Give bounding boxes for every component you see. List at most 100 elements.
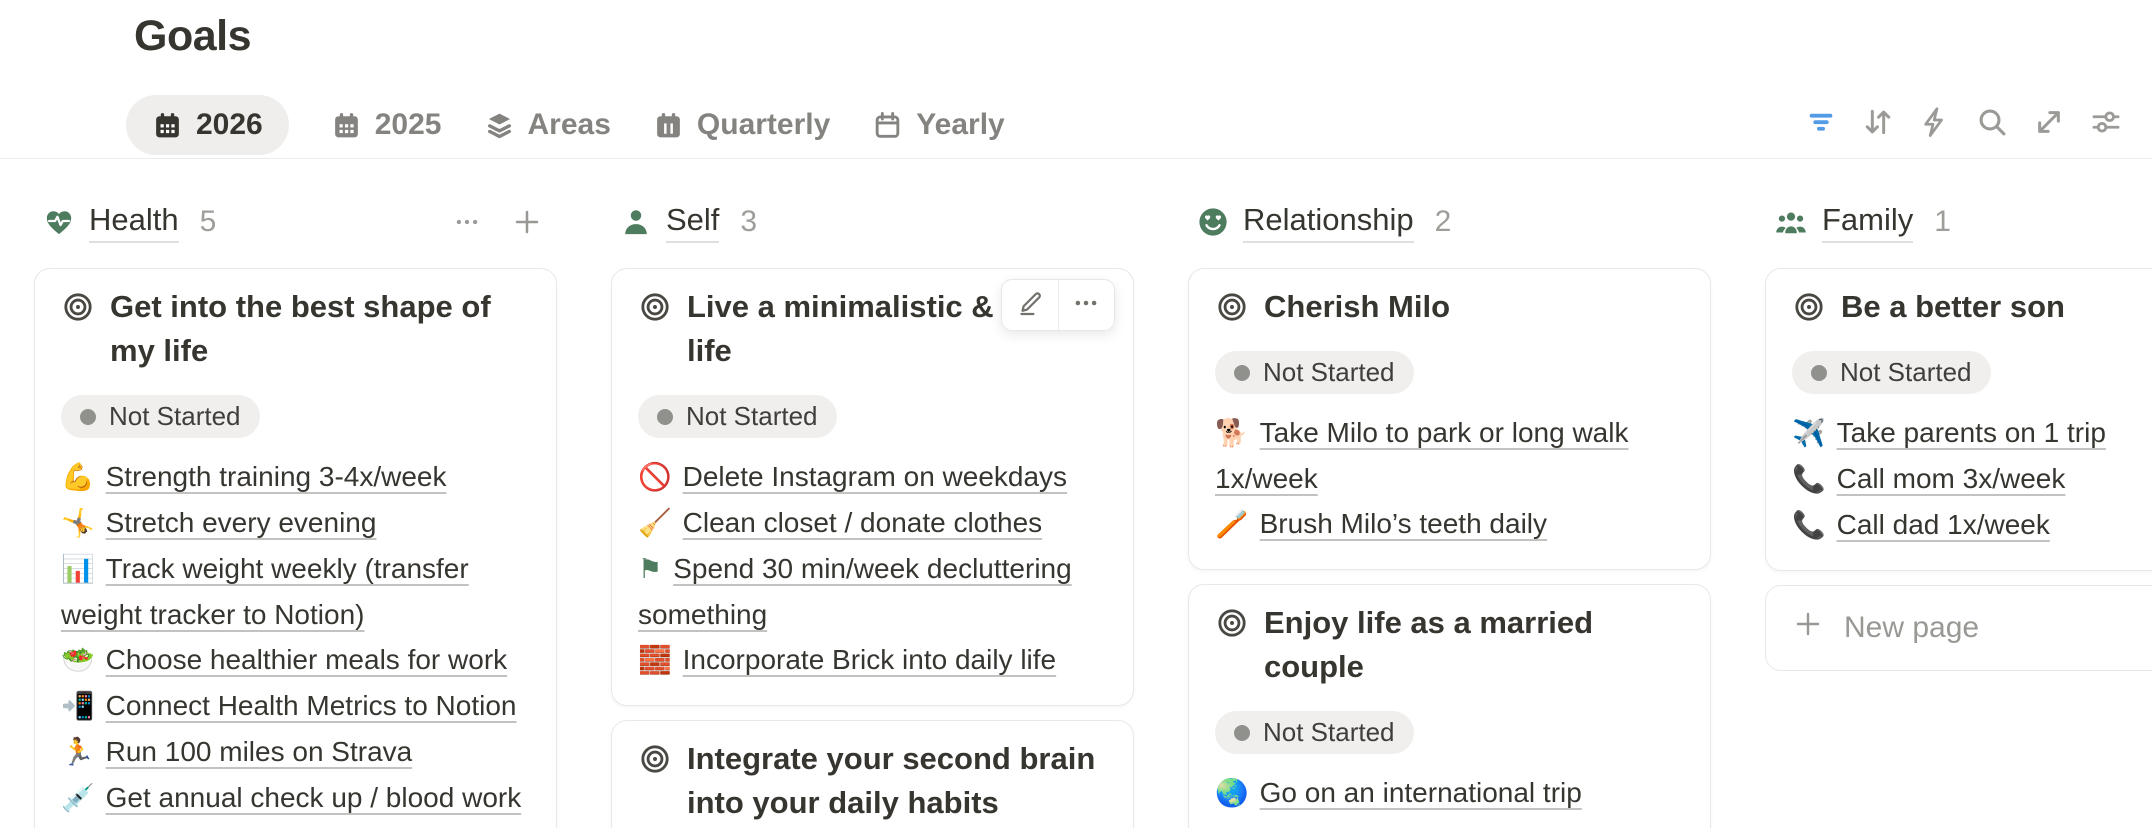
subpage-link[interactable]: ⚑ Spend 30 min/week decluttering somethin… — [638, 546, 1107, 637]
plus-icon — [1792, 608, 1824, 648]
subpage-link[interactable]: 📊 Track weight weekly (transfer weight tr… — [61, 546, 530, 637]
tab-yearly[interactable]: Yearly — [872, 108, 1005, 142]
target-icon — [1215, 285, 1249, 329]
phone-receiver-emoji: 📞 — [1792, 510, 1826, 541]
bar-chart-emoji: 📊 — [61, 554, 95, 585]
column-count: 1 — [1934, 205, 1951, 238]
broom-emoji: 🧹 — [638, 508, 672, 539]
expand-button[interactable] — [2031, 102, 2067, 146]
status-dot-icon — [1811, 364, 1827, 381]
status-badge: Not Started — [1792, 351, 1991, 394]
salad-emoji: 🥗 — [61, 645, 95, 676]
column-count: 5 — [199, 205, 217, 238]
pencil-icon — [1015, 288, 1045, 323]
goal-card-better-son[interactable]: Be a better son Not Started ✈️ Take paren… — [1765, 268, 2152, 571]
view-toolbar — [1803, 102, 2124, 146]
subpage-link[interactable]: 🥗 Choose healthier meals for work — [61, 637, 530, 683]
column-header: Self 3 — [611, 196, 1134, 248]
column-title: Family — [1822, 202, 1914, 243]
subpage-link[interactable]: 🪥 Brush Milo’s teeth daily — [1215, 501, 1684, 547]
view-tabs: 2026 2025 Areas Quarterly Yearly — [126, 94, 1005, 156]
subpage-link[interactable]: 📞 Call mom 3x/week — [1792, 456, 2152, 502]
new-page-label: New page — [1844, 611, 1980, 644]
automations-button[interactable] — [1917, 102, 1953, 146]
layers-icon — [484, 110, 515, 141]
status-badge: Not Started — [1215, 351, 1414, 394]
search-button[interactable] — [1974, 102, 2010, 146]
new-page-button[interactable]: New page — [1765, 585, 2152, 671]
subpage-link[interactable]: 🧹 Clean closet / donate clothes — [638, 500, 1107, 546]
filter-icon — [1804, 105, 1838, 144]
calendar-outline-icon — [872, 110, 903, 141]
card-subitems: 🐕 Take Milo to park or long walk 1x/week … — [1215, 410, 1684, 547]
goal-card-minimalistic-life[interactable]: Live a minimalistic & simple life Not St… — [611, 268, 1134, 706]
more-icon — [1071, 288, 1101, 323]
status-label: Not Started — [109, 401, 241, 431]
subpage-link[interactable]: 💉 Get annual check up / blood work — [61, 775, 530, 821]
tab-areas[interactable]: Areas — [484, 108, 611, 142]
view-settings-button[interactable] — [2088, 102, 2124, 146]
phone-receiver-emoji: 📞 — [1792, 464, 1826, 495]
subpage-link[interactable]: 🤸 Stretch every evening — [61, 500, 530, 546]
subpage-link[interactable]: ✈️ Take parents on 1 trip — [1792, 410, 2152, 456]
status-label: Not Started — [1840, 357, 1972, 387]
family-group-icon — [1773, 205, 1809, 239]
flexed-biceps-emoji: 💪 — [61, 462, 95, 493]
status-dot-icon — [1234, 724, 1250, 741]
subpage-link[interactable]: 📞 Call dad 1x/week — [1792, 502, 2152, 548]
column-header: Relationship 2 — [1188, 196, 1711, 248]
subpage-link[interactable]: 🧱 Incorporate Brick into daily life — [638, 637, 1107, 683]
sort-button[interactable] — [1860, 102, 1896, 146]
status-dot-icon — [80, 408, 96, 425]
phone-arrow-emoji: 📲 — [61, 691, 95, 722]
card-title: Get into the best shape of my life — [110, 289, 491, 368]
more-button[interactable] — [1057, 280, 1115, 330]
subpage-link[interactable]: 🏃 Run 100 miles on Strava — [61, 729, 530, 775]
tab-label: Areas — [527, 108, 611, 141]
edit-button[interactable] — [1002, 280, 1058, 330]
target-icon — [1792, 285, 1826, 329]
dog-emoji: 🐕 — [1215, 418, 1249, 449]
target-icon — [638, 737, 672, 825]
tab-quarterly[interactable]: Quarterly — [653, 108, 830, 142]
toothbrush-emoji: 🪥 — [1215, 509, 1249, 540]
notion-goals-board: Goals 2026 2025 Areas Quarterly Yearly H… — [0, 0, 2152, 828]
column-actions — [447, 202, 557, 242]
status-label: Not Started — [686, 401, 818, 431]
goal-card-cherish-milo[interactable]: Cherish Milo Not Started 🐕 Take Milo to p… — [1188, 268, 1711, 570]
filter-button[interactable] — [1803, 102, 1839, 146]
column-title: Self — [666, 202, 720, 243]
toolbar-divider — [0, 158, 2152, 159]
status-label: Not Started — [1263, 357, 1395, 387]
target-icon — [61, 285, 95, 373]
calendar-icon — [152, 110, 183, 141]
column-title: Relationship — [1243, 202, 1414, 243]
goal-card-best-shape[interactable]: Get into the best shape of my life Not S… — [34, 268, 557, 828]
subpage-link[interactable]: 🐕 Take Milo to park or long walk 1x/week — [1215, 410, 1684, 501]
tab-2026[interactable]: 2026 — [126, 95, 289, 155]
card-title: Integrate your second brain into your da… — [687, 741, 1096, 820]
status-badge: Not Started — [61, 395, 260, 438]
card-subitems: 💪 Strength training 3-4x/week 🤸 Stretch ev… — [61, 454, 530, 821]
column-self: Self 3 Live a minimalistic & simple life — [611, 196, 1134, 828]
tab-label: Yearly — [916, 108, 1005, 141]
card-subitems: 🚫 Delete Instagram on weekdays 🧹 Clean clo… — [638, 454, 1107, 683]
card-title: Cherish Milo — [1264, 289, 1451, 324]
subpage-link[interactable]: 🚫 Delete Instagram on weekdays — [638, 454, 1107, 500]
column-more-button[interactable] — [447, 202, 487, 242]
prohibited-emoji: 🚫 — [638, 462, 672, 493]
goal-card-married-couple[interactable]: Enjoy life as a married couple Not Start… — [1188, 584, 1711, 828]
expand-icon — [2032, 105, 2066, 144]
page-title: Goals — [134, 12, 252, 60]
card-hover-actions — [1001, 279, 1115, 331]
column-add-button[interactable] — [507, 202, 547, 242]
target-icon — [638, 285, 672, 373]
goal-card-second-brain[interactable]: Integrate your second brain into your da… — [611, 720, 1134, 828]
subpage-link[interactable]: 💪 Strength training 3-4x/week — [61, 454, 530, 500]
subpage-link[interactable]: 🌏Go on an international trip together — [1215, 770, 1684, 828]
target-icon — [1215, 601, 1249, 689]
status-dot-icon — [1234, 364, 1250, 381]
subpage-link[interactable]: 📲 Connect Health Metrics to Notion — [61, 683, 530, 729]
tab-2025[interactable]: 2025 — [331, 108, 442, 142]
cartwheel-emoji: 🤸 — [61, 508, 95, 539]
